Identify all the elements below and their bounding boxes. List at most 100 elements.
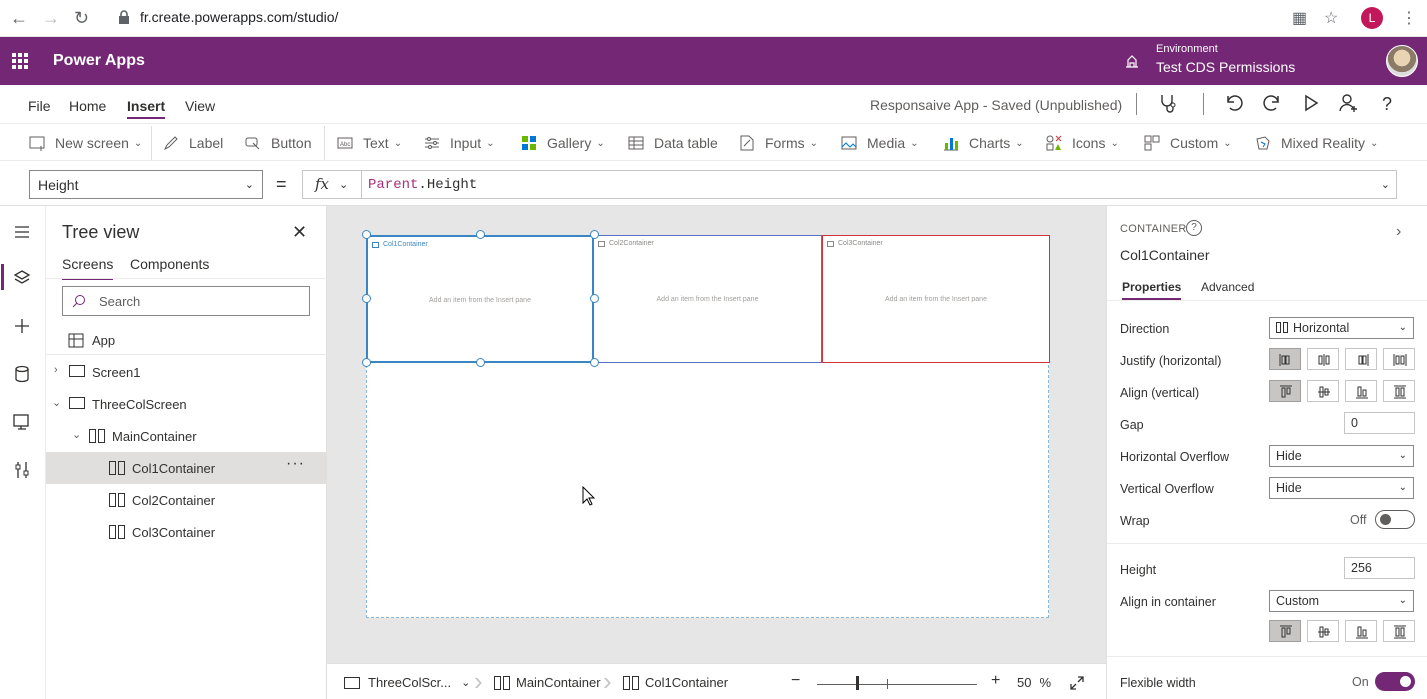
resize-handle[interactable] <box>476 358 485 367</box>
align-self-top-button[interactable] <box>1269 620 1301 642</box>
close-icon[interactable]: ✕ <box>292 222 307 243</box>
align-self-bottom-button[interactable] <box>1345 620 1377 642</box>
chevron-right-icon[interactable]: › <box>54 364 58 376</box>
menu-file[interactable]: File <box>28 98 51 114</box>
input-dropdown[interactable]: Input ⌄ <box>424 134 495 152</box>
tree-item-col1container[interactable]: Col1Container ··· <box>46 452 327 484</box>
tab-advanced[interactable]: Advanced <box>1201 280 1254 294</box>
preview-play-icon[interactable] <box>1300 92 1322 114</box>
help-icon[interactable]: ? <box>1382 94 1392 115</box>
gallery-dropdown[interactable]: Gallery ⌄ <box>521 134 605 152</box>
browser-menu-icon[interactable]: ⋮ <box>1401 8 1417 28</box>
resize-handle[interactable] <box>362 230 371 239</box>
zoom-value[interactable]: 50% <box>1017 675 1051 690</box>
forms-dropdown[interactable]: Forms ⌄ <box>739 134 818 152</box>
insert-plus-icon[interactable] <box>12 316 32 336</box>
align-self-middle-button[interactable] <box>1307 620 1339 642</box>
hamburger-menu-icon[interactable] <box>12 222 32 242</box>
menu-home[interactable]: Home <box>69 98 106 114</box>
formula-input[interactable]: fx ⌄ Parent.Height ⌄ <box>302 170 1397 199</box>
justify-end-button[interactable] <box>1345 348 1377 370</box>
address-bar[interactable]: fr.create.powerapps.com/studio/ <box>140 9 338 25</box>
text-dropdown[interactable]: Abc Text ⌄ <box>337 134 402 152</box>
align-bottom-button[interactable] <box>1345 380 1377 402</box>
col2-container[interactable]: Col2Container Add an item from the Inser… <box>594 235 822 363</box>
align-middle-button[interactable] <box>1307 380 1339 402</box>
resize-handle[interactable] <box>590 294 599 303</box>
justify-space-between-button[interactable] <box>1383 348 1415 370</box>
share-user-icon[interactable] <box>1338 92 1360 114</box>
environment-name[interactable]: Test CDS Permissions <box>1156 59 1295 75</box>
maincontainer-breadcrumb[interactable]: MainContainer <box>494 675 601 690</box>
control-name[interactable]: Col1Container <box>1120 247 1210 263</box>
tree-item-threecolscreen[interactable]: ⌄ ThreeColScreen <box>46 388 327 420</box>
gap-input[interactable]: 0 <box>1344 412 1415 434</box>
chevron-down-icon[interactable]: ⌄ <box>72 428 81 441</box>
zoom-out-icon[interactable]: − <box>791 672 800 690</box>
new-screen-button[interactable]: New screen ⌄ <box>29 134 142 152</box>
label-button[interactable]: Label <box>163 134 223 152</box>
align-stretch-button[interactable] <box>1383 380 1415 402</box>
tree-view-layers-icon[interactable] <box>12 268 32 288</box>
data-cylinder-icon[interactable] <box>12 364 32 384</box>
fx-icon[interactable]: fx <box>315 175 329 193</box>
property-selector[interactable]: Height ⌄ <box>29 170 263 199</box>
zoom-slider[interactable] <box>817 684 977 685</box>
justify-center-button[interactable] <box>1307 348 1339 370</box>
formula-text[interactable]: Parent.Height <box>368 177 477 193</box>
redo-icon[interactable] <box>1262 92 1284 114</box>
resize-handle[interactable] <box>476 230 485 239</box>
fit-to-window-icon[interactable] <box>1070 676 1084 690</box>
app-launcher-icon[interactable] <box>12 53 28 69</box>
direction-dropdown[interactable]: Horizontal ⌄ <box>1269 317 1414 339</box>
tab-components[interactable]: Components <box>130 256 209 272</box>
menu-insert[interactable]: Insert <box>127 98 166 119</box>
tree-search-input[interactable]: Search <box>62 286 310 316</box>
back-icon[interactable]: ← <box>10 7 28 29</box>
media-library-icon[interactable] <box>12 412 32 432</box>
vertical-overflow-dropdown[interactable]: Hide ⌄ <box>1269 477 1414 499</box>
chevron-down-icon[interactable]: ⌄ <box>52 396 61 409</box>
align-self-stretch-button[interactable] <box>1383 620 1415 642</box>
custom-dropdown[interactable]: Custom ⌄ <box>1144 134 1232 152</box>
user-avatar[interactable] <box>1386 45 1418 77</box>
align-in-container-dropdown[interactable]: Custom ⌄ <box>1269 590 1414 612</box>
tab-properties[interactable]: Properties <box>1122 280 1182 300</box>
more-options-icon[interactable]: ··· <box>286 455 305 473</box>
app-name[interactable]: Power Apps <box>53 52 145 70</box>
tab-screens[interactable]: Screens <box>62 256 114 280</box>
col3-container[interactable]: Col3Container Add an item from the Inser… <box>822 235 1050 363</box>
resize-handle[interactable] <box>362 294 371 303</box>
button-button[interactable]: Button <box>245 134 311 152</box>
horizontal-overflow-dropdown[interactable]: Hide ⌄ <box>1269 445 1414 467</box>
browser-profile-avatar[interactable]: L <box>1361 7 1383 29</box>
tree-item-screen1[interactable]: › Screen1 <box>46 356 327 388</box>
control-breadcrumb[interactable]: Col1Container <box>623 675 728 690</box>
resize-handle[interactable] <box>362 358 371 367</box>
app-checker-icon[interactable] <box>1157 92 1179 114</box>
flexible-width-toggle[interactable] <box>1375 672 1415 691</box>
data-table-button[interactable]: Data table <box>628 134 718 152</box>
chevron-right-icon[interactable]: › <box>1396 223 1401 241</box>
help-icon[interactable]: ? <box>1186 220 1202 236</box>
zoom-in-icon[interactable]: + <box>991 672 1000 690</box>
media-dropdown[interactable]: Media ⌄ <box>841 134 919 152</box>
height-input[interactable]: 256 <box>1344 557 1415 579</box>
reload-icon[interactable]: ↻ <box>74 7 89 29</box>
expand-formula-icon[interactable]: ⌄ <box>1381 178 1390 191</box>
bookmark-star-icon[interactable]: ☆ <box>1324 8 1338 28</box>
screen-breadcrumb[interactable]: ThreeColScr... ⌄ <box>344 675 470 690</box>
resize-handle[interactable] <box>590 230 599 239</box>
mixed-reality-dropdown[interactable]: Mixed Reality ⌄ <box>1255 134 1378 152</box>
advanced-tools-icon[interactable] <box>12 460 32 480</box>
design-canvas[interactable]: Col2Container Add an item from the Inser… <box>327 206 1106 663</box>
icons-dropdown[interactable]: Icons ⌄ <box>1046 134 1119 152</box>
charts-dropdown[interactable]: Charts ⌄ <box>943 134 1024 152</box>
menu-view[interactable]: View <box>185 98 215 114</box>
translate-icon[interactable]: ▦ <box>1292 8 1307 28</box>
justify-start-button[interactable] <box>1269 348 1301 370</box>
chevron-down-icon[interactable]: ⌄ <box>339 178 348 191</box>
tree-item-col3container[interactable]: Col3Container <box>46 516 327 548</box>
tree-item-app[interactable]: App <box>46 324 327 356</box>
tree-item-maincontainer[interactable]: ⌄ MainContainer <box>46 420 327 452</box>
